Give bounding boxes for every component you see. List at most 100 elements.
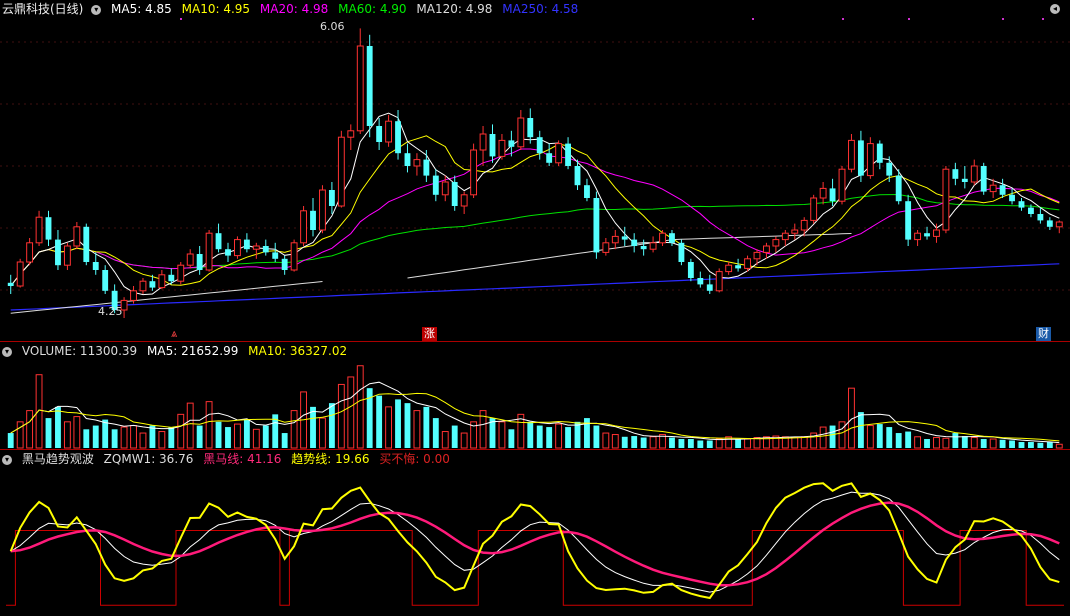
volume-bar-up — [744, 438, 751, 449]
volume-bar-down — [621, 436, 628, 448]
circle-chevron-down-icon[interactable]: ▾ — [2, 454, 12, 465]
ma10-line — [10, 135, 1060, 287]
signal-dot — [180, 18, 182, 20]
volume-bar-down — [328, 403, 335, 448]
volume-header: ▾ VOLUME: 11300.39 MA5: 21652.99 MA10: 3… — [0, 342, 353, 360]
volume-bar-down — [1028, 442, 1034, 448]
indicator-name: 黑马趋势观波 — [21, 452, 94, 466]
indicator-header: ▾ 黑马趋势观波 ZQMW1: 36.76 黑马线: 41.16 趋势线: 19… — [0, 450, 456, 468]
volume-bar-up — [498, 421, 506, 449]
candle-body-down — [980, 166, 987, 192]
signal-dot — [908, 18, 910, 20]
candle-body-down — [924, 233, 930, 237]
volume-bar-down — [584, 418, 590, 448]
circle-chevron-down-icon[interactable]: ▾ — [2, 346, 12, 357]
candle-body-up — [26, 242, 34, 263]
price-panel[interactable]: 云鼎科技(日线) ▾ MA5: 4.85 MA10: 4.95 MA20: 4.… — [0, 0, 1070, 342]
volume-bar-down — [404, 403, 411, 448]
volume-bar-up — [970, 437, 978, 449]
volume-bar-down — [7, 433, 14, 448]
volume-bar-down — [395, 399, 401, 448]
volume-bar-down — [546, 427, 553, 448]
volume-ma5-label: MA5: 21652.99 — [147, 344, 239, 358]
volume-bar-up — [347, 376, 355, 449]
candle-body-down — [593, 198, 600, 253]
volume-bar-up — [1055, 443, 1063, 449]
volume-bar-down — [45, 418, 52, 448]
candle-body-down — [168, 274, 175, 282]
volume-bar-up — [791, 437, 799, 449]
candle-body-up — [460, 194, 468, 207]
ma60-label: MA60: 4.90 — [338, 2, 407, 16]
candle-body-up — [1055, 221, 1063, 228]
volume-bar-down — [55, 406, 61, 448]
candle-body-up — [914, 232, 922, 241]
volume-bar-up — [460, 432, 468, 449]
candlestick-chart[interactable] — [0, 0, 1070, 342]
signal-dot — [752, 18, 754, 20]
candle-body-up — [413, 159, 421, 167]
trend-label: 趋势线: 19.66 — [291, 452, 370, 466]
signal-dot — [842, 18, 844, 20]
finance-marker: 财 — [1036, 327, 1051, 341]
candle-body-down — [687, 262, 694, 278]
candle-body-down — [225, 249, 231, 256]
candle-body-up — [866, 143, 874, 177]
volume-bar-down — [281, 433, 288, 448]
indicator-chart[interactable] — [0, 450, 1070, 616]
candle-body-up — [970, 165, 978, 183]
candle-body-down — [895, 175, 902, 202]
circle-arrow-icon[interactable]: ◂ — [1050, 4, 1060, 14]
candle-body-up — [611, 235, 619, 244]
volume-bar-down — [451, 425, 458, 448]
volume-bar-down — [706, 440, 713, 448]
candle-body-down — [876, 143, 883, 163]
candle-body-down — [1028, 207, 1034, 214]
volume-bar-up — [186, 402, 194, 449]
volume-bar-down — [631, 436, 638, 448]
ma20-line — [10, 148, 1060, 287]
volume-panel[interactable]: ▾ VOLUME: 11300.39 MA5: 21652.99 MA10: 3… — [0, 342, 1070, 450]
volume-bar-up — [838, 421, 846, 449]
volume-bar-down — [886, 427, 893, 448]
candle-body-up — [73, 226, 81, 247]
volume-bar-up — [602, 432, 610, 449]
circle-chevron-down-icon[interactable]: ▾ — [91, 4, 102, 15]
candle-body-up — [725, 264, 733, 273]
candle-body-up — [810, 197, 818, 221]
candle-body-up — [300, 210, 307, 244]
volume-bar-down — [168, 427, 175, 448]
volume-bar-down — [829, 425, 836, 448]
volume-ma10-label: MA10: 36327.02 — [248, 344, 348, 358]
volume-bar-down — [310, 406, 316, 448]
ma250-line — [10, 263, 1060, 311]
candle-body-down — [640, 246, 647, 250]
volume-bar-up — [866, 425, 874, 449]
candle-body-up — [498, 139, 506, 157]
volume-ma5-line — [10, 381, 1060, 444]
candle-body-up — [186, 253, 194, 266]
candle-body-down — [886, 162, 893, 176]
volume-bar-down — [905, 431, 912, 448]
candle-body-up — [177, 264, 185, 282]
volume-bar-up — [319, 417, 326, 449]
buysell-label: 买不悔: 0.00 — [379, 452, 450, 466]
indicator-panel[interactable]: ▾ 黑马趋势观波 ZQMW1: 36.76 黑马线: 41.16 趋势线: 19… — [0, 450, 1070, 616]
volume-bar-up — [26, 410, 34, 449]
volume-bar-up — [611, 434, 619, 449]
volume-bar-down — [527, 421, 534, 448]
candle-body-down — [905, 201, 912, 240]
candle-body-up — [35, 216, 43, 244]
volume-bar-up — [715, 438, 723, 449]
volume-bar-up — [252, 428, 260, 449]
volume-bar-down — [508, 429, 515, 448]
candle-body-down — [706, 284, 713, 291]
candle-body-up — [205, 232, 213, 271]
candle-body-down — [1009, 194, 1015, 202]
price-low-label: 4.25 — [98, 305, 123, 318]
volume-bar-down — [924, 439, 930, 448]
candle-body-up — [356, 45, 364, 132]
price-high-label: 6.06 — [320, 20, 345, 33]
volume-bar-up — [441, 431, 449, 449]
candle-body-down — [215, 233, 222, 250]
